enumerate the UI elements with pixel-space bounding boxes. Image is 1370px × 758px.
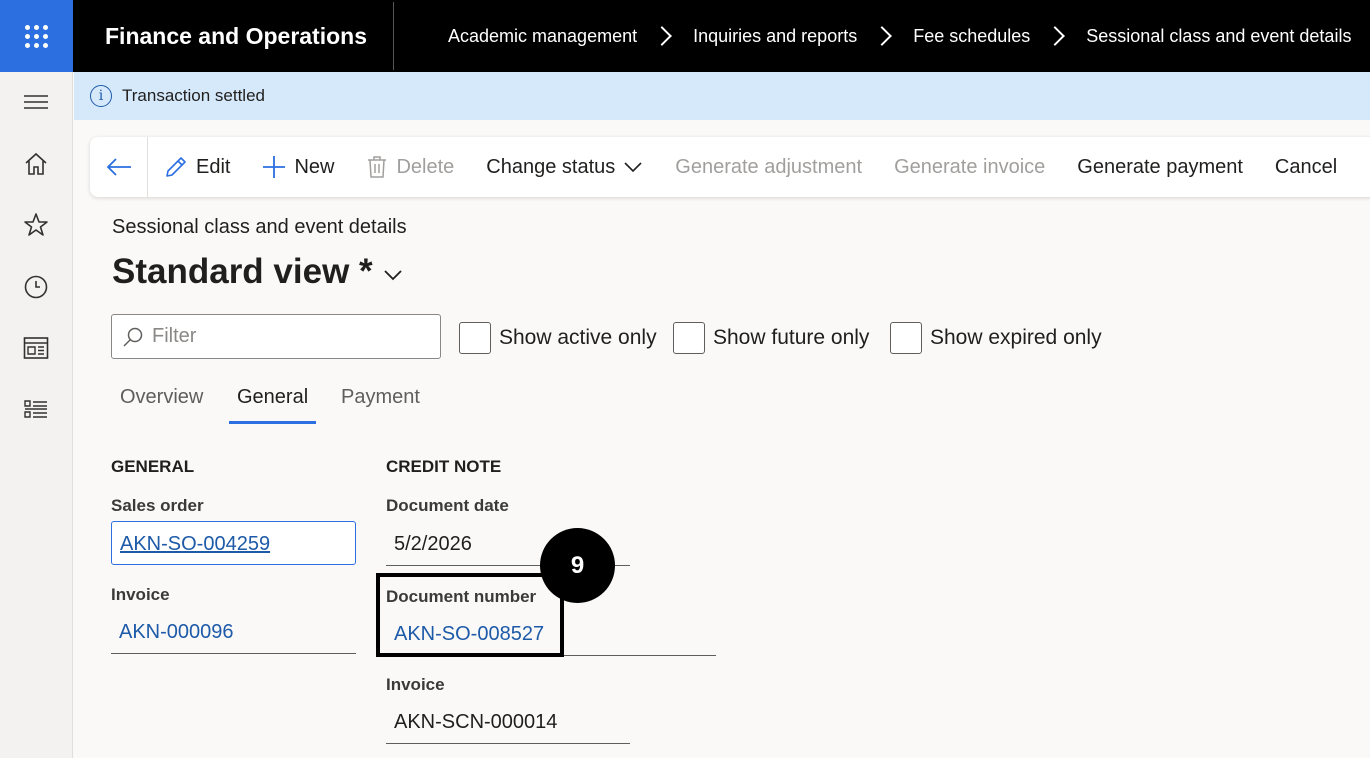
modules-button[interactable] (0, 388, 72, 432)
breadcrumb-item-sessional-details[interactable]: Sessional class and event details (1086, 26, 1351, 47)
top-bar: Finance and Operations Academic manageme… (0, 0, 1370, 72)
generate-adjustment-button[interactable]: Generate adjustment (659, 137, 878, 197)
chevron-right-icon (1045, 26, 1066, 46)
active-tab-indicator (229, 421, 316, 424)
highlight-box (376, 573, 564, 657)
generate-payment-label: Generate payment (1077, 155, 1243, 178)
menu-icon (24, 95, 48, 109)
breadcrumb-item-academic-management[interactable]: Academic management (448, 26, 637, 47)
info-icon: i (90, 85, 112, 107)
show-active-only-label: Show active only (499, 326, 657, 349)
message-text: Transaction settled (122, 86, 265, 105)
chevron-down-icon (624, 162, 642, 173)
edit-label: Edit (196, 155, 231, 178)
sales-order-label: Sales order (111, 496, 204, 515)
invoice-label: Invoice (111, 585, 170, 604)
page-caption: Sessional class and event details (112, 216, 407, 238)
home-button[interactable] (0, 142, 72, 186)
delete-label: Delete (396, 155, 455, 178)
general-section-heading: GENERAL (111, 457, 195, 476)
checkbox-box[interactable] (673, 322, 705, 354)
document-date-label: Document date (386, 496, 509, 515)
change-status-button[interactable]: Change status (470, 137, 659, 197)
arrow-left-icon (106, 158, 131, 176)
waffle-icon (25, 24, 48, 48)
recent-button[interactable] (0, 265, 72, 309)
chevron-right-icon (652, 26, 673, 46)
change-status-label: Change status (486, 155, 616, 178)
filter-box (111, 314, 441, 359)
generate-invoice-button[interactable]: Generate invoice (878, 137, 1061, 197)
edit-button[interactable]: Edit (148, 137, 246, 197)
star-icon (24, 213, 48, 236)
chevron-down-icon (384, 270, 402, 281)
show-expired-only-checkbox[interactable]: Show expired only (890, 322, 1102, 354)
credit-invoice-label: Invoice (386, 675, 445, 694)
menu-button[interactable] (0, 80, 72, 124)
show-future-only-checkbox[interactable]: Show future only (673, 322, 869, 354)
topbar-divider (393, 2, 394, 70)
step-badge: 9 (540, 528, 615, 603)
pencil-icon (166, 157, 186, 177)
new-button[interactable]: New (246, 137, 350, 197)
cancel-button[interactable]: Cancel (1259, 137, 1353, 197)
chevron-right-icon (872, 26, 893, 46)
message-bar: i Transaction settled (74, 72, 1370, 120)
breadcrumb-item-inquiries-and-reports[interactable]: Inquiries and reports (693, 26, 857, 47)
sales-order-link[interactable]: AKN-SO-004259 (120, 533, 270, 555)
generate-adjustment-label: Generate adjustment (675, 155, 863, 178)
generate-payment-button[interactable]: Generate payment (1061, 137, 1259, 197)
show-future-only-label: Show future only (713, 326, 870, 349)
credit-invoice-field[interactable]: AKN-SCN-000014 (386, 700, 630, 744)
favorites-button[interactable] (0, 203, 72, 247)
app-launcher-button[interactable] (0, 0, 73, 72)
breadcrumb: Academic management Inquiries and report… (448, 26, 1351, 47)
workspace-icon (23, 337, 49, 359)
invoice-field[interactable]: AKN-000096 (111, 610, 356, 654)
app-title[interactable]: Finance and Operations (73, 0, 393, 72)
show-expired-only-label: Show expired only (930, 326, 1102, 349)
checkbox-box[interactable] (459, 322, 491, 354)
tab-payment[interactable]: Payment (333, 386, 428, 426)
clock-icon (24, 275, 48, 299)
trash-icon (368, 156, 387, 178)
credit-note-section-heading: CREDIT NOTE (386, 457, 502, 476)
back-button[interactable] (90, 137, 148, 197)
show-active-only-checkbox[interactable]: Show active only (459, 322, 657, 354)
workspaces-button[interactable] (0, 326, 72, 370)
checkbox-box[interactable] (890, 322, 922, 354)
view-selector[interactable]: Standard view * (112, 252, 403, 292)
list-icon (24, 400, 47, 418)
tab-overview[interactable]: Overview (112, 386, 211, 426)
generate-invoice-label: Generate invoice (894, 155, 1046, 178)
sales-order-field[interactable]: AKN-SO-004259 (111, 521, 356, 565)
tab-general[interactable]: General (229, 386, 316, 426)
home-icon (25, 152, 47, 175)
action-pane: Edit New Delete Change status Generate a… (90, 137, 1370, 197)
view-name: Standard view * (112, 252, 373, 291)
search-icon (123, 327, 143, 347)
cancel-label: Cancel (1274, 155, 1338, 178)
plus-icon (263, 156, 286, 178)
new-label: New (294, 155, 335, 178)
navigation-rail (0, 72, 73, 758)
breadcrumb-item-fee-schedules[interactable]: Fee schedules (913, 26, 1030, 47)
filter-input[interactable] (152, 325, 432, 348)
delete-button[interactable]: Delete (350, 137, 470, 197)
